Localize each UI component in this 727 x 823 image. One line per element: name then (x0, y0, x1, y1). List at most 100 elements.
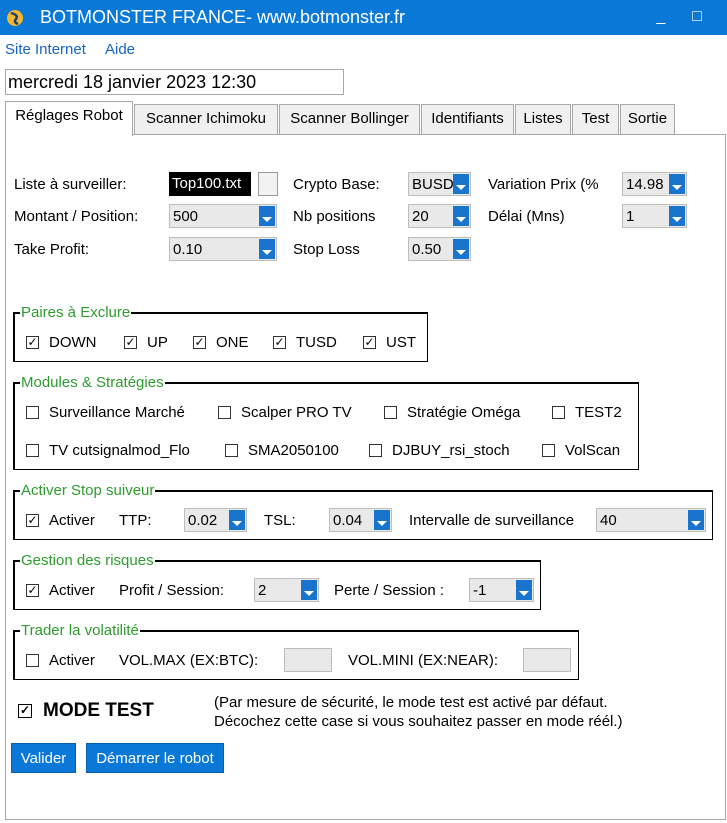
exclude-tusd-checkbox[interactable]: ✓ (273, 336, 286, 349)
tab-reglages-robot[interactable]: Réglages Robot (5, 101, 133, 136)
window-title: BOTMONSTER FRANCE- www.botmonster.fr (40, 7, 406, 27)
ttp-value: 0.02 (188, 512, 218, 529)
mode-test-checkbox[interactable]: ✓ (18, 704, 32, 718)
exclude-tusd-label: TUSD (296, 334, 337, 351)
tab-identifiants[interactable]: Identifiants (421, 104, 514, 134)
profit-session-label: Profit / Session: (119, 582, 225, 599)
exclude-one-checkbox[interactable]: ✓ (193, 336, 206, 349)
amount-select[interactable]: 500 (169, 204, 277, 228)
exclude-down-checkbox[interactable]: ✓ (26, 336, 39, 349)
module-scalper-label: Scalper PRO TV (241, 404, 352, 421)
chevron-down-icon[interactable] (259, 206, 275, 226)
module-omega-label: Stratégie Oméga (407, 404, 521, 421)
crypto-base-value: BUSD (412, 176, 454, 193)
module-surveillance-checkbox[interactable] (26, 406, 39, 419)
module-sma-checkbox[interactable] (225, 444, 238, 457)
exclude-one-label: ONE (216, 334, 249, 351)
trailing-activate-label: Activer (49, 512, 95, 529)
chevron-down-icon[interactable] (669, 174, 685, 194)
watchlist-browse-button[interactable] (258, 172, 278, 196)
chevron-down-icon[interactable] (453, 174, 469, 194)
menu-help[interactable]: Aide (105, 41, 135, 58)
module-test2-checkbox[interactable] (552, 406, 565, 419)
tsl-select[interactable]: 0.04 (329, 508, 392, 532)
title-bar: BOTMONSTER FRANCE- www.botmonster.fr _ □ (0, 0, 727, 35)
module-volscan-label: VolScan (565, 442, 621, 459)
profit-session-value: 2 (258, 582, 267, 599)
crypto-base-select[interactable]: BUSD (408, 172, 471, 196)
minimize-button[interactable]: _ (648, 4, 674, 30)
loss-session-select[interactable]: -1 (469, 578, 534, 602)
module-volscan-checkbox[interactable] (542, 444, 555, 457)
tab-test[interactable]: Test (572, 104, 619, 134)
interval-select[interactable]: 40 (596, 508, 706, 532)
stop-loss-select[interactable]: 0.50 (408, 237, 471, 261)
interval-label: Intervalle de surveillance (409, 512, 575, 529)
watchlist-value: Top100.txt (172, 175, 242, 192)
menu-site-internet[interactable]: Site Internet (5, 41, 86, 58)
chevron-down-icon[interactable] (688, 510, 704, 530)
watchlist-label: Liste à surveiller: (14, 176, 127, 193)
stop-loss-label: Stop Loss (293, 241, 360, 258)
menu-bar: Site Internet Aide (0, 35, 727, 63)
chevron-down-icon[interactable] (669, 206, 685, 226)
risk-activate-checkbox[interactable]: ✓ (26, 584, 39, 597)
chevron-down-icon[interactable] (516, 580, 532, 600)
nb-positions-select[interactable]: 20 (408, 204, 471, 228)
datetime-field[interactable]: mercredi 18 janvier 2023 12:30 (5, 69, 344, 95)
exclude-ust-checkbox[interactable]: ✓ (363, 336, 376, 349)
module-scalper-checkbox[interactable] (218, 406, 231, 419)
chevron-down-icon[interactable] (453, 206, 469, 226)
tab-sortie[interactable]: Sortie (620, 104, 675, 134)
profit-session-select[interactable]: 2 (254, 578, 319, 602)
exclude-up-label: UP (147, 334, 168, 351)
volatility-title: Trader la volatilité (20, 622, 140, 639)
tab-listes[interactable]: Listes (515, 104, 571, 134)
app-logo-icon (7, 10, 23, 26)
chevron-down-icon[interactable] (453, 239, 469, 259)
volmax-input[interactable] (284, 648, 332, 672)
validate-button[interactable]: Valider (11, 743, 76, 773)
tsl-value: 0.04 (333, 512, 363, 529)
module-test2-label: TEST2 (575, 404, 622, 421)
chevron-down-icon[interactable] (374, 510, 390, 530)
price-variation-select[interactable]: 14.98 (622, 172, 687, 196)
trailing-activate-checkbox[interactable]: ✓ (26, 514, 39, 527)
ttp-select[interactable]: 0.02 (184, 508, 247, 532)
chevron-down-icon[interactable] (259, 239, 275, 259)
exclude-up-checkbox[interactable]: ✓ (124, 336, 137, 349)
module-djbuy-checkbox[interactable] (369, 444, 382, 457)
mode-test-label: MODE TEST (43, 700, 154, 721)
module-tv-cutsignal-checkbox[interactable] (26, 444, 39, 457)
amount-value: 500 (173, 208, 199, 225)
exclude-ust-label: UST (386, 334, 416, 351)
volatility-activate-checkbox[interactable] (26, 654, 39, 667)
take-profit-select[interactable]: 0.10 (169, 237, 277, 261)
tab-scanner-bollinger[interactable]: Scanner Bollinger (279, 104, 420, 134)
stop-loss-value: 0.50 (412, 241, 442, 258)
exclude-pairs-title: Paires à Exclure (20, 304, 132, 321)
volmini-input[interactable] (523, 648, 571, 672)
chevron-down-icon[interactable] (229, 510, 245, 530)
maximize-button[interactable]: □ (684, 4, 710, 30)
module-sma-label: SMA2050100 (248, 442, 339, 459)
module-omega-checkbox[interactable] (384, 406, 397, 419)
ttp-label: TTP: (119, 512, 152, 529)
risk-management-title: Gestion des risques (20, 552, 155, 569)
delay-select[interactable]: 1 (622, 204, 687, 228)
take-profit-label: Take Profit: (14, 241, 90, 258)
risk-activate-label: Activer (49, 582, 95, 599)
take-profit-value: 0.10 (173, 241, 203, 258)
volmini-label: VOL.MINI (EX:NEAR): (348, 652, 499, 669)
price-variation-value: 14.98 (626, 176, 664, 193)
mode-test-note-line2: Décochez cette case si vous souhaitez pa… (214, 713, 623, 730)
nb-positions-label: Nb positions (293, 208, 376, 225)
modules-title: Modules & Stratégies (20, 374, 165, 391)
start-robot-button[interactable]: Démarrer le robot (86, 743, 224, 773)
chevron-down-icon[interactable] (301, 580, 317, 600)
volatility-activate-label: Activer (49, 652, 95, 669)
module-surveillance-label: Surveillance Marché (49, 404, 185, 421)
trailing-stop-title: Activer Stop suiveur (20, 482, 156, 499)
tab-scanner-ichimoku[interactable]: Scanner Ichimoku (134, 104, 278, 134)
watchlist-field[interactable]: Top100.txt (169, 172, 251, 196)
